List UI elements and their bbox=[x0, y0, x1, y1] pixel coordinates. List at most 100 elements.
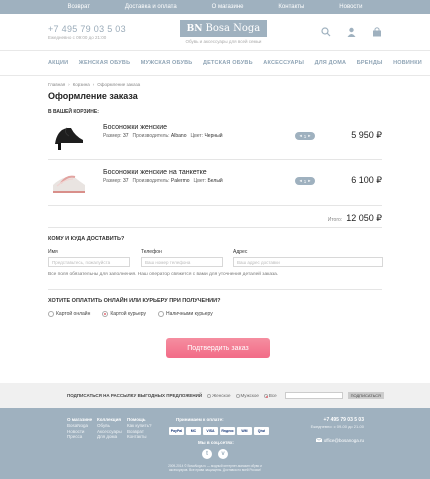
cat-brands[interactable]: БРЕНДЫ bbox=[357, 60, 383, 66]
newsletter-label: ПОДПИСАТЬСЯ НА РАССЫЛКУ ВЫГОДНЫХ ПРЕДЛОЖ… bbox=[67, 393, 203, 398]
top-nav-news[interactable]: Новости bbox=[339, 4, 362, 10]
vk-icon[interactable]: v bbox=[218, 449, 228, 459]
qty-decrease-icon[interactable]: ◂ bbox=[299, 178, 301, 184]
crumb-current: Оформление заказа bbox=[97, 82, 141, 87]
payment-options: Картой онлайн Картой курьеру Наличными к… bbox=[48, 311, 213, 317]
footer-phone[interactable]: +7 495 79 03 5 03 bbox=[324, 417, 364, 423]
newsletter-men[interactable]: Мужское bbox=[235, 393, 259, 398]
payment-online[interactable]: Картой онлайн bbox=[48, 311, 90, 317]
confirm-order-button[interactable]: Подтвердить заказ bbox=[166, 338, 270, 358]
radio-button[interactable] bbox=[158, 311, 164, 317]
cat-new[interactable]: НОВИНКИ bbox=[393, 60, 422, 66]
top-nav-contacts[interactable]: Контакты bbox=[278, 4, 304, 10]
divider bbox=[48, 227, 382, 228]
total-value: 12 050 ₽ bbox=[346, 213, 382, 223]
logo-text: Bosa Noga bbox=[205, 23, 261, 34]
address-field[interactable]: Ваш адрес доставки bbox=[233, 257, 383, 267]
logo[interactable]: BN Bosa Noga bbox=[179, 20, 268, 37]
cat-men[interactable]: МУЖСКАЯ ОБУВЬ bbox=[141, 60, 193, 66]
user-icon[interactable] bbox=[347, 27, 356, 37]
payment-card-courier[interactable]: Картой курьеру bbox=[102, 311, 146, 317]
address-label: Адрес bbox=[233, 249, 248, 255]
crumb-home[interactable]: Главная bbox=[48, 82, 65, 87]
payment-methods: PayPal MC VISA Яндекс WM Qiwi bbox=[169, 427, 269, 435]
payment-title: ХОТИТЕ ОПЛАТИТЬ ОНЛАЙН ИЛИ КУРЬЕРУ ПРИ П… bbox=[48, 298, 221, 304]
crumb-separator: › bbox=[68, 82, 70, 87]
cat-sales[interactable]: АКЦИИ bbox=[48, 60, 68, 66]
item-meta: Размер: 37 Производитель: Albano Цвет: Ч… bbox=[103, 133, 223, 139]
tagline: Обувь и аксессуары для всей семьи bbox=[185, 39, 262, 44]
cart-item: Босоножки женские на танкетке Размер: 37… bbox=[48, 162, 382, 202]
footer-email[interactable]: office@bosanoga.ru bbox=[315, 437, 364, 443]
radio-button[interactable] bbox=[235, 393, 240, 398]
mail-icon bbox=[315, 437, 322, 443]
item-info: Босоножки женские Размер: 37 Производите… bbox=[103, 124, 223, 139]
breadcrumb: Главная › Корзина › Оформление заказа bbox=[0, 76, 430, 87]
webmoney-icon: WM bbox=[237, 427, 252, 435]
radio-button[interactable] bbox=[48, 311, 54, 317]
footer-col-about: О магазине BosaNoga Новости Пресса bbox=[67, 417, 93, 440]
item-size: 37 bbox=[122, 133, 129, 139]
product-image[interactable] bbox=[48, 120, 90, 154]
newsletter-women[interactable]: Женское bbox=[207, 393, 231, 398]
yandex-money-icon: Яндекс bbox=[220, 427, 235, 435]
radio-button-selected[interactable] bbox=[263, 393, 268, 398]
newsletter-all[interactable]: Все bbox=[263, 393, 277, 398]
newsletter-bar: ПОДПИСАТЬСЯ НА РАССЫЛКУ ВЫГОДНЫХ ПРЕДЛОЖ… bbox=[0, 383, 430, 408]
footer: О магазине BosaNoga Новости Пресса Колле… bbox=[0, 408, 430, 479]
total-label: Итого: bbox=[327, 217, 343, 223]
header-icons bbox=[321, 27, 382, 37]
item-info: Босоножки женские на танкетке Размер: 37… bbox=[103, 169, 223, 184]
qty-decrease-icon[interactable]: ◂ bbox=[299, 133, 301, 139]
top-nav-delivery[interactable]: Доставка и оплата bbox=[125, 4, 177, 10]
page-title: Оформление заказа bbox=[48, 91, 138, 101]
crumb-cart[interactable]: Корзина bbox=[73, 82, 90, 87]
item-name[interactable]: Босоножки женские bbox=[103, 124, 223, 131]
header-hours: Ежедневно с 09:00 до 21:00 bbox=[48, 35, 107, 40]
name-field[interactable]: Представьтесь, пожалуйста bbox=[48, 257, 130, 267]
newsletter-email-input[interactable] bbox=[284, 392, 343, 399]
paypal-icon: PayPal bbox=[169, 427, 184, 435]
category-nav: АКЦИИ ЖЕНСКАЯ ОБУВЬ МУЖСКАЯ ОБУВЬ ДЕТСКА… bbox=[0, 50, 430, 76]
item-color: Черный bbox=[204, 133, 223, 139]
cat-accessories[interactable]: АКСЕССУАРЫ bbox=[263, 60, 304, 66]
order-total: Итого: 12 050 ₽ bbox=[328, 213, 382, 224]
quantity-stepper[interactable]: ◂ 1 ▸ bbox=[295, 132, 315, 140]
qiwi-icon: Qiwi bbox=[254, 427, 269, 435]
payment-cash-courier[interactable]: Наличными курьеру bbox=[158, 311, 213, 317]
top-nav-returns[interactable]: Возврат bbox=[67, 4, 90, 10]
radio-button[interactable] bbox=[207, 393, 212, 398]
copyright: 2009-2014 © BosaNoga.ru — модный интерне… bbox=[168, 464, 262, 473]
cat-women[interactable]: ЖЕНСКАЯ ОБУВЬ bbox=[79, 60, 130, 66]
payment-methods-title: Принимаем к оплате: bbox=[176, 417, 224, 422]
subscribe-button[interactable]: ПОДПИСАТЬСЯ bbox=[347, 392, 384, 399]
delivery-title: КОМУ И КУДА ДОСТАВИТЬ? bbox=[48, 236, 125, 242]
social-title: Мы в соц.сетях: bbox=[198, 440, 234, 445]
quantity-stepper[interactable]: ◂ 1 ▸ bbox=[295, 177, 315, 185]
divider bbox=[48, 159, 382, 160]
top-nav-about[interactable]: О магазине bbox=[212, 4, 244, 10]
logo-mark: BN bbox=[186, 23, 203, 34]
item-price: 6 100 ₽ bbox=[351, 175, 382, 185]
name-label: Имя bbox=[48, 249, 58, 255]
qty-value: 1 bbox=[303, 178, 307, 184]
qty-increase-icon[interactable]: ▸ bbox=[308, 178, 310, 184]
item-maker: Albano bbox=[170, 133, 187, 139]
cart-icon[interactable] bbox=[372, 27, 382, 37]
product-image[interactable] bbox=[48, 165, 90, 199]
divider bbox=[48, 205, 382, 206]
radio-button-selected[interactable] bbox=[102, 311, 109, 317]
phone-label: Телефон bbox=[141, 249, 162, 255]
search-icon[interactable] bbox=[321, 27, 331, 37]
item-maker: Palermo bbox=[170, 178, 190, 184]
logo-block[interactable]: BN Bosa Noga Обувь и аксессуары для всей… bbox=[179, 20, 268, 44]
cart-item: Босоножки женские Размер: 37 Производите… bbox=[48, 117, 382, 157]
cat-home[interactable]: ДЛЯ ДОМА bbox=[315, 60, 347, 66]
divider bbox=[48, 289, 382, 290]
cat-kids[interactable]: ДЕТСКАЯ ОБУВЬ bbox=[203, 60, 253, 66]
qty-increase-icon[interactable]: ▸ bbox=[308, 133, 310, 139]
phone-field[interactable]: Ваш номер телефона bbox=[141, 257, 223, 267]
item-name[interactable]: Босоножки женские на танкетке bbox=[103, 169, 223, 176]
header-phone[interactable]: +7 495 79 03 5 03 bbox=[48, 24, 126, 34]
twitter-icon[interactable]: t bbox=[202, 449, 212, 459]
